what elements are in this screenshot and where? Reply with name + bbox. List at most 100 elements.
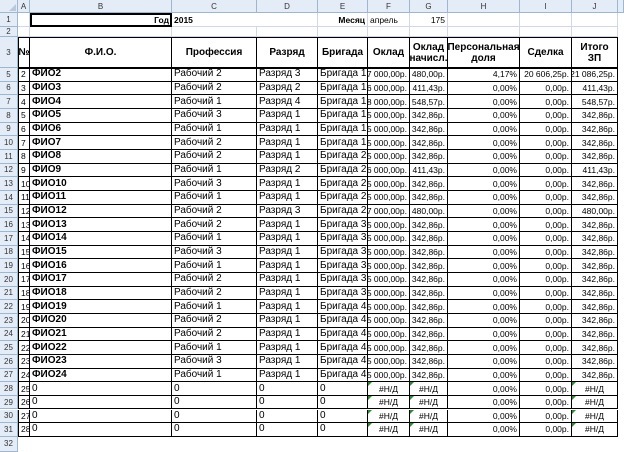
table-cell-r23-c1[interactable]: ФИО23: [30, 354, 172, 369]
table-cell-r25-c3[interactable]: 0: [257, 382, 318, 396]
table-cell-r27-c4[interactable]: 0: [318, 409, 368, 424]
table-cell-r25-c2[interactable]: 0: [172, 382, 257, 396]
table-cell-r12-c2[interactable]: Рабочий 2: [172, 204, 257, 219]
table-cell-r13-c1[interactable]: ФИО13: [30, 218, 172, 232]
table-cell-r6-c0[interactable]: 6: [18, 122, 30, 137]
row-header-28[interactable]: 28: [0, 382, 18, 396]
row-header-21[interactable]: 21: [0, 286, 18, 301]
table-cell-r12-c7[interactable]: 0,00%: [448, 204, 520, 219]
table-cell-r17-c6[interactable]: 342,86р.: [410, 272, 448, 287]
table-cell-r13-c9[interactable]: 342,86р.: [572, 218, 618, 232]
table-cell-r22-c5[interactable]: 5 000,00р.: [368, 341, 410, 355]
table-cell-r11-c9[interactable]: 342,86р.: [572, 190, 618, 205]
table-cell-r21-c7[interactable]: 0,00%: [448, 327, 520, 342]
table-cell-r13-c5[interactable]: 5 000,00р.: [368, 218, 410, 232]
table-cell-r9-c1[interactable]: ФИО9: [30, 163, 172, 178]
table-cell-r11-c4[interactable]: Бригада 2: [318, 190, 368, 205]
table-cell-r21-c5[interactable]: 5 000,00р.: [368, 327, 410, 342]
table-cell-r11-c8[interactable]: 0,00р.: [520, 190, 572, 205]
table-cell-r12-c1[interactable]: ФИО12: [30, 204, 172, 219]
table-cell-r4-c2[interactable]: Рабочий 1: [172, 95, 257, 109]
table-cell-r7-c5[interactable]: 5 000,00р.: [368, 136, 410, 150]
table-cell-r6-c2[interactable]: Рабочий 1: [172, 122, 257, 137]
table-cell-r25-c9[interactable]: #Н/Д: [572, 382, 618, 396]
table-cell-r27-c8[interactable]: 0,00р.: [520, 409, 572, 424]
table-cell-r27-c1[interactable]: 0: [30, 409, 172, 424]
row-header-27[interactable]: 27: [0, 368, 18, 383]
table-cell-r5-c9[interactable]: 342,86р.: [572, 108, 618, 123]
table-cell-r23-c5[interactable]: 5 000,00р.: [368, 354, 410, 369]
table-cell-r27-c7[interactable]: 0,00%: [448, 409, 520, 424]
row-header-25[interactable]: 25: [0, 341, 18, 355]
table-cell-r28-c2[interactable]: 0: [172, 423, 257, 437]
table-cell-r26-c8[interactable]: 0,00р.: [520, 395, 572, 410]
table-cell-r17-c1[interactable]: ФИО17: [30, 272, 172, 287]
table-header-6[interactable]: Оклад начисл.: [410, 37, 448, 68]
table-cell-r20-c3[interactable]: Разряд 1: [257, 313, 318, 328]
table-cell-r12-c6[interactable]: 480,00р.: [410, 204, 448, 219]
column-header-g[interactable]: G: [410, 0, 448, 13]
table-cell-r19-c5[interactable]: 5 000,00р.: [368, 300, 410, 314]
table-cell-r7-c3[interactable]: Разряд 1: [257, 136, 318, 150]
table-cell-r16-c6[interactable]: 342,86р.: [410, 259, 448, 273]
table-cell-r3-c2[interactable]: Рабочий 2: [172, 81, 257, 96]
table-cell-r8-c4[interactable]: Бригада 2: [318, 149, 368, 164]
table-cell-r20-c0[interactable]: 20: [18, 313, 30, 328]
table-cell-r5-c4[interactable]: Бригада 1: [318, 108, 368, 123]
table-cell-r16-c9[interactable]: 342,86р.: [572, 259, 618, 273]
table-cell-r24-c1[interactable]: ФИО24: [30, 368, 172, 383]
year-label[interactable]: Год: [30, 13, 172, 27]
table-cell-r7-c9[interactable]: 342,86р.: [572, 136, 618, 150]
table-cell-r10-c3[interactable]: Разряд 1: [257, 177, 318, 191]
table-cell-r16-c5[interactable]: 5 000,00р.: [368, 259, 410, 273]
table-cell-r20-c2[interactable]: Рабочий 2: [172, 313, 257, 328]
table-cell-r24-c0[interactable]: 24: [18, 368, 30, 383]
table-cell-r24-c4[interactable]: Бригада 4: [318, 368, 368, 383]
table-cell-r10-c4[interactable]: Бригада 2: [318, 177, 368, 191]
table-cell-r18-c4[interactable]: Бригада 3: [318, 286, 368, 301]
table-cell-r12-c8[interactable]: 0,00р.: [520, 204, 572, 219]
hours-value[interactable]: 175: [410, 13, 448, 27]
table-cell-r20-c7[interactable]: 0,00%: [448, 313, 520, 328]
column-header-h[interactable]: H: [448, 0, 520, 13]
table-cell-r17-c4[interactable]: Бригада 3: [318, 272, 368, 287]
table-cell-r19-c6[interactable]: 342,86р.: [410, 300, 448, 314]
column-header-e[interactable]: E: [318, 0, 368, 13]
row-header-7[interactable]: 7: [0, 95, 18, 109]
table-cell-r8-c2[interactable]: Рабочий 2: [172, 149, 257, 164]
column-header-c[interactable]: C: [172, 0, 257, 13]
table-cell-r9-c3[interactable]: Разряд 2: [257, 163, 318, 178]
table-cell-r9-c8[interactable]: 0,00р.: [520, 163, 572, 178]
row-header-22[interactable]: 22: [0, 300, 18, 314]
table-cell-r8-c7[interactable]: 0,00%: [448, 149, 520, 164]
table-cell-r24-c9[interactable]: 342,86р.: [572, 368, 618, 383]
table-cell-r25-c8[interactable]: 0,00р.: [520, 382, 572, 396]
table-cell-r17-c8[interactable]: 0,00р.: [520, 272, 572, 287]
cell-row2-col6[interactable]: [410, 27, 448, 37]
table-cell-r27-c3[interactable]: 0: [257, 409, 318, 424]
table-cell-r13-c3[interactable]: Разряд 1: [257, 218, 318, 232]
table-cell-r4-c1[interactable]: ФИО4: [30, 95, 172, 109]
table-cell-r26-c2[interactable]: 0: [172, 395, 257, 410]
table-header-3[interactable]: Разряд: [257, 37, 318, 68]
table-cell-r18-c0[interactable]: 18: [18, 286, 30, 301]
table-cell-r9-c9[interactable]: 411,43р.: [572, 163, 618, 178]
table-cell-r4-c5[interactable]: 8 000,00р.: [368, 95, 410, 109]
table-cell-r28-c0[interactable]: 28: [18, 423, 30, 437]
row-header-32[interactable]: 32: [0, 436, 18, 452]
table-cell-r10-c2[interactable]: Рабочий 3: [172, 177, 257, 191]
table-cell-r16-c4[interactable]: Бригада 3: [318, 259, 368, 273]
table-header-5[interactable]: Оклад: [368, 37, 410, 68]
year-value[interactable]: 2015: [172, 13, 318, 27]
table-cell-r22-c7[interactable]: 0,00%: [448, 341, 520, 355]
table-cell-r2-c4[interactable]: Бригада 1: [318, 68, 368, 82]
table-cell-r28-c3[interactable]: 0: [257, 423, 318, 437]
table-cell-r20-c8[interactable]: 0,00р.: [520, 313, 572, 328]
table-cell-r20-c5[interactable]: 5 000,00р.: [368, 313, 410, 328]
row-header-23[interactable]: 23: [0, 313, 18, 328]
table-cell-r19-c3[interactable]: Разряд 1: [257, 300, 318, 314]
table-cell-r5-c5[interactable]: 5 000,00р.: [368, 108, 410, 123]
table-cell-r10-c9[interactable]: 342,86р.: [572, 177, 618, 191]
table-cell-r21-c9[interactable]: 342,86р.: [572, 327, 618, 342]
table-cell-r9-c5[interactable]: 6 000,00р.: [368, 163, 410, 178]
